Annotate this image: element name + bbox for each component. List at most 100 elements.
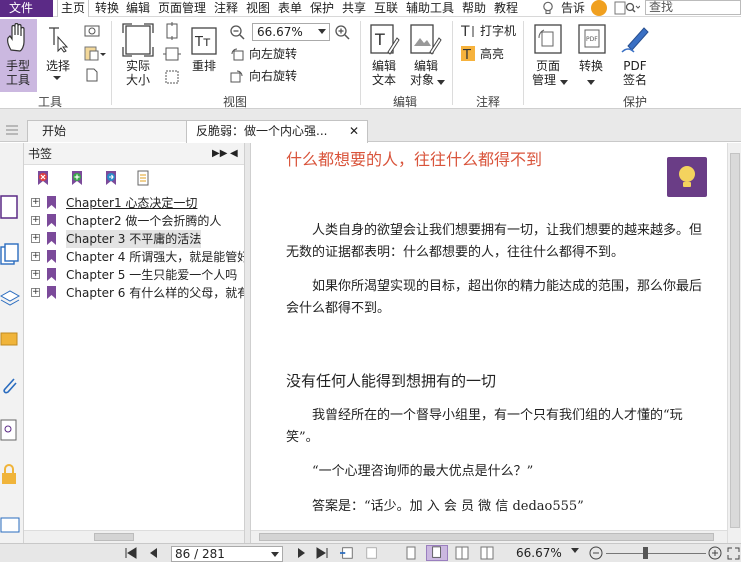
next-page-icon[interactable] [294, 546, 308, 560]
rotate-right-icon[interactable] [230, 69, 244, 83]
rotate-left-label[interactable]: 向左旋转 [249, 48, 297, 61]
add-child-bookmark-icon[interactable] [104, 170, 118, 186]
reflow-icon[interactable]: Tт [191, 27, 217, 55]
bookmark-item[interactable]: + Chapter1 心态决定一切 [31, 194, 244, 212]
bookmark-options-icon[interactable] [137, 170, 151, 186]
expand-icon[interactable]: + [31, 234, 40, 243]
chevron-down-icon[interactable] [571, 548, 579, 553]
select-label[interactable]: 选择 [42, 60, 74, 73]
camera-icon[interactable] [84, 23, 100, 37]
menu-connect[interactable]: 互联 [374, 0, 398, 17]
previous-view-icon[interactable] [340, 546, 354, 560]
facing-page-icon[interactable] [455, 546, 469, 560]
menu-help[interactable]: 帮助 [462, 0, 486, 17]
tab-list-icon[interactable] [5, 123, 19, 137]
pen-sign-icon[interactable] [620, 24, 650, 54]
vertical-scrollbar[interactable] [727, 143, 741, 543]
tab-home[interactable]: 开始 [27, 120, 187, 142]
chevron-down-icon[interactable] [587, 80, 595, 85]
continuous-view-button[interactable] [426, 545, 448, 561]
lightbulb-icon[interactable] [541, 1, 555, 15]
typewriter-label[interactable]: 打字机 [480, 25, 516, 38]
bookmark-item[interactable]: + Chapter2 做一个会折腾的人 [31, 212, 244, 230]
edit-text-icon[interactable]: T [370, 24, 400, 56]
bookmark-item[interactable]: + Chapter 6 有什么样的父母，就有 [31, 284, 244, 302]
menu-form[interactable]: 表单 [278, 0, 302, 17]
convert-label[interactable]: 转换 [574, 60, 608, 73]
tell-me-label[interactable]: 告诉 [561, 0, 585, 17]
layers-panel-icon[interactable] [0, 288, 20, 306]
expand-icon[interactable]: + [31, 270, 40, 279]
zoom-level[interactable]: 66.67% [516, 546, 562, 561]
tab-current-document[interactable]: 反脆弱：做一个内心强... ✕ [186, 120, 368, 143]
expand-icon[interactable]: + [31, 216, 40, 225]
menu-page-manage[interactable]: 页面管理 [158, 0, 206, 17]
add-bookmark-icon[interactable] [70, 170, 84, 186]
next-view-icon[interactable] [365, 546, 379, 560]
reflow-label[interactable]: 重排 [188, 60, 220, 73]
zoom-select[interactable]: 66.67% [252, 23, 330, 41]
highlight-icon[interactable]: T [461, 46, 475, 63]
expand-icon[interactable]: + [31, 198, 40, 207]
single-page-icon[interactable] [404, 546, 418, 560]
fit-page-icon[interactable] [163, 22, 181, 40]
zoom-slider[interactable] [606, 553, 706, 554]
typewriter-icon[interactable]: T [461, 24, 475, 38]
chevron-down-icon[interactable] [437, 80, 445, 85]
menu-tutorial[interactable]: 教程 [494, 0, 518, 17]
convert-icon[interactable]: PDF [578, 24, 606, 54]
first-page-icon[interactable] [124, 546, 138, 560]
comments-panel-icon[interactable] [0, 331, 20, 351]
zoom-in-icon[interactable] [334, 24, 350, 40]
document-view[interactable]: 什么都想要的人，往往什么都得不到 人类自身的欲望会让我们想要拥有一切，让我们想要… [251, 143, 727, 543]
scrollbar-thumb[interactable] [730, 153, 740, 528]
zoom-slider-thumb[interactable] [643, 547, 648, 559]
signature-panel-icon[interactable] [0, 419, 20, 443]
chevron-down-icon[interactable] [560, 80, 568, 85]
panel-splitter[interactable] [244, 143, 251, 543]
chevron-down-icon[interactable] [52, 75, 62, 81]
expand-icon[interactable]: + [31, 288, 40, 297]
bookmark-item[interactable]: + Chapter 4 所谓强大，就是能管好 [31, 248, 244, 266]
actual-size-icon[interactable] [122, 23, 154, 57]
fit-visible-icon[interactable] [163, 68, 181, 86]
bookmark-panel-icon[interactable] [0, 195, 20, 219]
close-icon[interactable]: ✕ [349, 121, 359, 141]
attachments-panel-icon[interactable] [0, 375, 20, 397]
search-options-icon[interactable] [614, 1, 640, 15]
select-text-icon[interactable] [46, 25, 70, 53]
clipboard-icon[interactable] [84, 45, 106, 61]
page-manage-icon[interactable] [534, 24, 562, 54]
pages-panel-icon[interactable] [0, 243, 20, 265]
expand-panel-icon[interactable]: ▶▶ [212, 143, 227, 165]
highlight-label[interactable]: 高亮 [480, 48, 504, 61]
edit-object-icon[interactable] [410, 24, 442, 56]
menu-protect[interactable]: 保护 [310, 0, 334, 17]
document-hscrollbar[interactable] [251, 530, 727, 543]
previous-page-icon[interactable] [147, 546, 161, 560]
bookmark-item[interactable]: + Chapter 5 一生只能爱一个人吗 [31, 266, 244, 284]
fit-width-icon[interactable] [163, 45, 181, 63]
destinations-panel-icon[interactable] [0, 517, 20, 533]
page-number-input[interactable]: 86 / 281 [171, 546, 283, 562]
menu-accessibility[interactable]: 辅助工具 [406, 0, 454, 17]
zoom-in-icon[interactable] [708, 546, 722, 560]
menu-share[interactable]: 共享 [342, 0, 366, 17]
rotate-right-label[interactable]: 向右旋转 [249, 70, 297, 83]
menu-view[interactable]: 视图 [246, 0, 270, 17]
lock-icon[interactable] [0, 463, 20, 485]
menu-home[interactable]: 主页 [57, 0, 90, 18]
chevron-down-icon[interactable] [271, 552, 279, 557]
delete-bookmark-icon[interactable] [36, 170, 50, 186]
zoom-out-icon[interactable] [589, 546, 603, 560]
scrollbar-thumb[interactable] [94, 533, 134, 541]
menu-comment[interactable]: 注释 [214, 0, 238, 17]
menu-file[interactable]: 文件 [0, 0, 53, 17]
last-page-icon[interactable] [315, 546, 329, 560]
menu-convert[interactable]: 转换 [95, 0, 119, 17]
zoom-out-icon[interactable] [229, 24, 245, 40]
new-doc-icon[interactable] [86, 68, 98, 82]
bookmark-item-selected[interactable]: + Chapter 3 不平庸的活法 [31, 230, 244, 248]
fullscreen-icon[interactable] [727, 547, 740, 560]
bookmarks-hscrollbar[interactable] [24, 530, 244, 543]
